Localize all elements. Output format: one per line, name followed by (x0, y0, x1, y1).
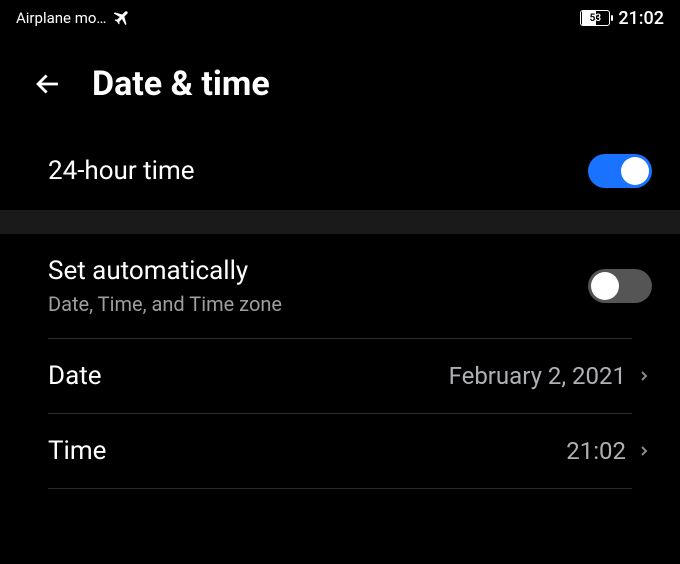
row-label: 24-hour time (48, 156, 588, 186)
toggle-24-hour[interactable] (588, 154, 652, 188)
row-label: Set automatically (48, 256, 588, 286)
section-divider (0, 210, 680, 234)
back-button[interactable] (28, 64, 68, 104)
row-sublabel: Date, Time, and Time zone (48, 292, 588, 316)
airplane-icon (114, 9, 132, 27)
chevron-right-icon (636, 364, 652, 388)
date-value: February 2, 2021 (449, 362, 626, 390)
row-date[interactable]: Date February 2, 2021 (0, 339, 680, 413)
battery-percent: 53 (581, 11, 609, 25)
page-title: Date & time (92, 64, 270, 104)
battery-indicator: 53 (580, 10, 610, 26)
airplane-mode-label: Airplane mo… (16, 9, 106, 27)
toggle-set-auto[interactable] (588, 269, 652, 303)
time-value: 21:02 (566, 437, 626, 465)
row-24-hour-time[interactable]: 24-hour time (0, 132, 680, 210)
status-bar: Airplane mo… 53 21:02 (0, 0, 680, 36)
divider (48, 488, 632, 489)
row-label: Time (48, 436, 566, 466)
row-time[interactable]: Time 21:02 (0, 414, 680, 488)
chevron-right-icon (636, 439, 652, 463)
status-clock: 21:02 (618, 8, 664, 29)
row-set-automatically[interactable]: Set automatically Date, Time, and Time z… (0, 234, 680, 338)
header: Date & time (0, 36, 680, 132)
row-label: Date (48, 361, 449, 391)
